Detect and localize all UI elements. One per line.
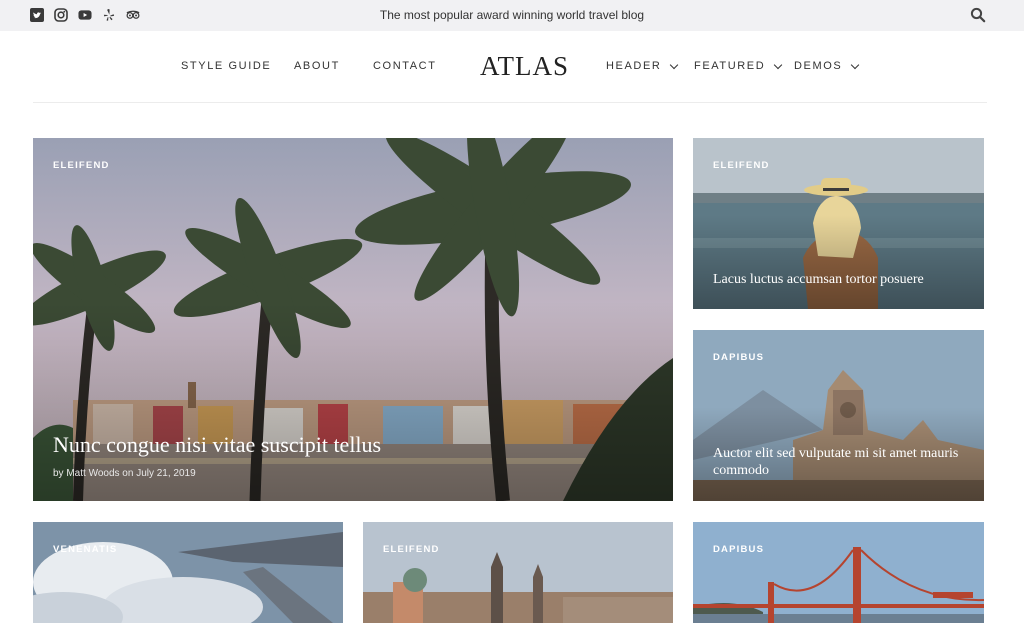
chevron-down-icon <box>851 60 860 69</box>
nav-label: STYLE GUIDE <box>181 60 272 72</box>
header-divider <box>33 102 987 103</box>
nav-label: FEATURED <box>694 60 766 72</box>
featured-post-card[interactable]: ELEIFEND Nunc congue nisi vitae suscipit… <box>33 138 673 501</box>
bottom-post-card[interactable]: VENENATIS <box>33 522 343 623</box>
post-byline: by Matt Woods on July 21, 2019 <box>53 468 196 479</box>
top-bar: The most popular award winning world tra… <box>0 0 1024 31</box>
search-icon[interactable] <box>970 7 986 23</box>
site-header: STYLE GUIDE ABOUT CONTACT ATLAS HEADER F… <box>0 31 1024 103</box>
nav-header[interactable]: HEADER <box>606 60 679 72</box>
nav-label: HEADER <box>606 60 662 72</box>
nav-label: DEMOS <box>794 60 843 72</box>
bottom-post-image <box>693 522 984 623</box>
nav-style-guide[interactable]: STYLE GUIDE <box>181 60 271 72</box>
post-title[interactable]: Auctor elit sed vulputate mi sit amet ma… <box>713 446 966 480</box>
bottom-post-image <box>363 522 673 623</box>
site-tagline: The most popular award winning world tra… <box>379 8 645 22</box>
nav-about[interactable]: ABOUT <box>294 60 340 72</box>
post-title[interactable]: Nunc congue nisi vitae suscipit tellus <box>53 432 655 458</box>
post-category[interactable]: DAPIBUS <box>713 544 764 555</box>
nav-contact[interactable]: CONTACT <box>373 60 437 72</box>
nav-label: CONTACT <box>373 60 437 72</box>
nav-demos[interactable]: DEMOS <box>794 60 860 72</box>
post-title[interactable]: Lacus luctus accumsan tortor posuere <box>713 272 966 289</box>
post-category[interactable]: DAPIBUS <box>713 352 764 363</box>
site-logo[interactable]: ATLAS <box>480 51 569 82</box>
nav-featured[interactable]: FEATURED <box>694 60 783 72</box>
post-category[interactable]: VENENATIS <box>53 544 117 555</box>
nav-label: ABOUT <box>294 60 340 72</box>
post-category[interactable]: ELEIFEND <box>713 160 770 171</box>
bottom-post-image <box>33 522 343 623</box>
post-category[interactable]: ELEIFEND <box>383 544 440 555</box>
bottom-post-card[interactable]: DAPIBUS <box>693 522 984 623</box>
side-post-card[interactable]: DAPIBUS Auctor elit sed vulputate mi sit… <box>693 330 984 501</box>
bottom-post-card[interactable]: ELEIFEND <box>363 522 673 623</box>
post-category[interactable]: ELEIFEND <box>53 160 110 171</box>
side-post-card[interactable]: ELEIFEND Lacus luctus accumsan tortor po… <box>693 138 984 309</box>
chevron-down-icon <box>774 60 783 69</box>
chevron-down-icon <box>670 60 679 69</box>
